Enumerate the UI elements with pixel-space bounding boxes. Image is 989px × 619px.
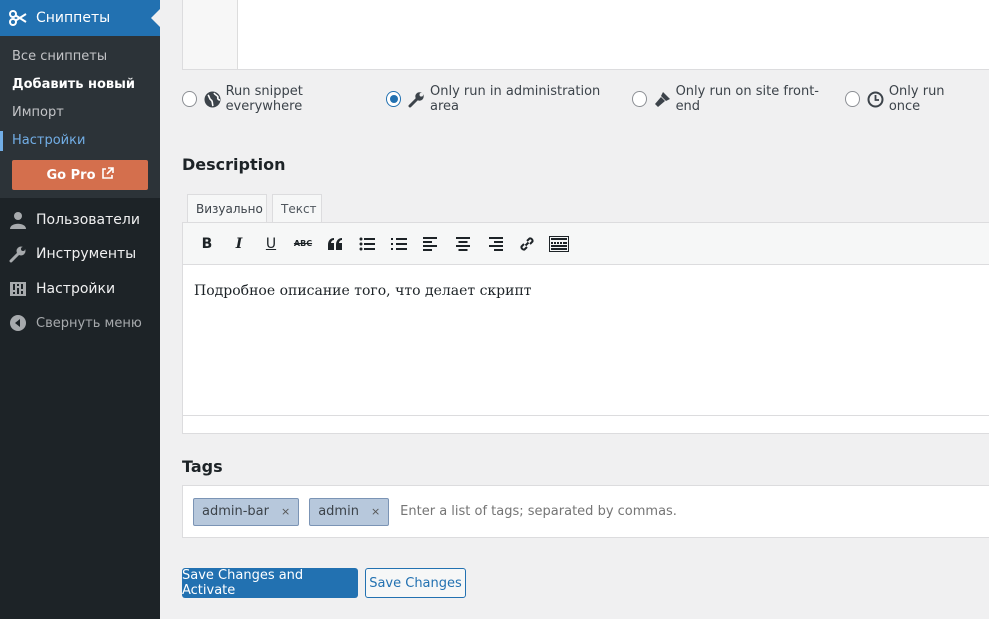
- scope-options: Run snippet everywhere Only run in admin…: [182, 84, 989, 114]
- scissors-icon: [0, 8, 36, 28]
- paintbrush-icon: [654, 90, 671, 108]
- menu-item-settings[interactable]: Настройки: [0, 272, 160, 306]
- scope-radio-frontend[interactable]: [632, 91, 647, 107]
- italic-button[interactable]: I: [223, 230, 255, 258]
- blockquote-button[interactable]: [319, 230, 351, 258]
- admin-sidebar: Сниппеты Все сниппеты Добавить новый Имп…: [0, 0, 160, 619]
- tag-remove-icon[interactable]: ×: [281, 505, 290, 518]
- underline-button[interactable]: U: [255, 230, 287, 258]
- globe-icon: [204, 90, 221, 108]
- scope-radio-everywhere[interactable]: [182, 91, 197, 107]
- tags-heading: Tags: [182, 457, 223, 476]
- scope-label-admin: Only run in administration area: [430, 84, 601, 114]
- tag-label: admin: [318, 504, 359, 519]
- tab-visual[interactable]: Визуально: [187, 194, 267, 223]
- snippets-submenu: Все сниппеты Добавить новый Импорт Настр…: [0, 36, 160, 198]
- align-center-button[interactable]: [447, 230, 479, 258]
- menu-label-tools: Инструменты: [36, 246, 137, 262]
- align-right-button[interactable]: [479, 230, 511, 258]
- menu-label-users: Пользователи: [36, 212, 140, 228]
- save-and-activate-button[interactable]: Save Changes and Activate: [182, 568, 358, 598]
- scope-option-admin[interactable]: Only run in administration area: [386, 84, 613, 114]
- tag-remove-icon[interactable]: ×: [371, 505, 380, 518]
- strikethrough-button[interactable]: ABC: [287, 230, 319, 258]
- bullet-list-icon: [359, 237, 375, 250]
- wrench-icon: [0, 245, 36, 263]
- align-center-icon: [456, 236, 470, 251]
- menu-label-settings: Настройки: [36, 281, 116, 297]
- toolbar-toggle-button[interactable]: [543, 230, 575, 258]
- menu-item-users[interactable]: Пользователи: [0, 203, 160, 237]
- clock-icon: [867, 90, 884, 108]
- code-editor-gutter: [183, 0, 238, 69]
- align-right-icon: [489, 236, 503, 251]
- description-heading: Description: [182, 155, 286, 174]
- description-content[interactable]: Подробное описание того, что делает скри…: [194, 283, 532, 299]
- menu-item-tools[interactable]: Инструменты: [0, 237, 160, 271]
- bullet-list-button[interactable]: [351, 230, 383, 258]
- quote-icon: [328, 237, 342, 250]
- current-menu-arrow: [151, 9, 160, 27]
- scope-label-frontend: Only run on site front-end: [675, 84, 819, 114]
- menu-label: Сниппеты: [36, 10, 111, 26]
- align-left-icon: [423, 236, 437, 251]
- settings-icon: [0, 280, 36, 298]
- scope-radio-admin[interactable]: [386, 91, 401, 107]
- description-editor[interactable]: B I U ABC Подробное описание того, что д…: [182, 222, 989, 434]
- bold-button[interactable]: B: [191, 230, 223, 258]
- editor-toolbar: B I U ABC: [183, 223, 989, 265]
- wrench-icon: [408, 90, 425, 108]
- collapse-arrow-icon: [0, 315, 36, 331]
- save-button[interactable]: Save Changes: [365, 568, 466, 598]
- user-icon: [0, 211, 36, 229]
- submenu-settings[interactable]: Настройки: [12, 131, 85, 151]
- tags-field[interactable]: admin-bar × admin × Enter a list of tags…: [182, 485, 989, 538]
- tags-input[interactable]: Enter a list of tags; separated by comma…: [400, 504, 677, 519]
- keyboard-icon: [549, 235, 569, 252]
- insert-link-button[interactable]: [511, 230, 543, 258]
- scope-option-frontend[interactable]: Only run on site front-end: [632, 84, 826, 114]
- scope-radio-once[interactable]: [845, 91, 860, 107]
- editor-statusbar: [183, 415, 989, 433]
- collapse-menu-button[interactable]: Свернуть меню: [0, 306, 160, 340]
- tag-chip: admin ×: [309, 497, 390, 526]
- scope-option-once[interactable]: Only run once: [845, 84, 970, 114]
- external-link-icon: [101, 166, 114, 184]
- scope-label-everywhere: Run snippet everywhere: [225, 84, 303, 114]
- tag-label: admin-bar: [202, 504, 269, 519]
- tab-text[interactable]: Текст: [272, 194, 322, 223]
- submenu-all-snippets[interactable]: Все сниппеты: [12, 47, 107, 67]
- numbered-list-button[interactable]: [383, 230, 415, 258]
- numbered-list-icon: [391, 237, 407, 250]
- menu-item-snippets[interactable]: Сниппеты: [0, 0, 160, 36]
- link-icon: [520, 236, 534, 251]
- collapse-label: Свернуть меню: [36, 315, 142, 331]
- go-pro-button[interactable]: Go Pro: [12, 160, 148, 190]
- go-pro-label: Go Pro: [46, 167, 96, 183]
- code-editor[interactable]: [182, 0, 989, 70]
- scope-label-once: Only run once: [888, 84, 945, 114]
- submenu-add-new[interactable]: Добавить новый: [12, 75, 135, 95]
- scope-option-everywhere[interactable]: Run snippet everywhere: [182, 84, 367, 114]
- align-left-button[interactable]: [415, 230, 447, 258]
- tag-chip: admin-bar ×: [193, 497, 300, 526]
- submenu-import[interactable]: Импорт: [12, 103, 64, 123]
- submenu-active-indicator: [0, 131, 3, 151]
